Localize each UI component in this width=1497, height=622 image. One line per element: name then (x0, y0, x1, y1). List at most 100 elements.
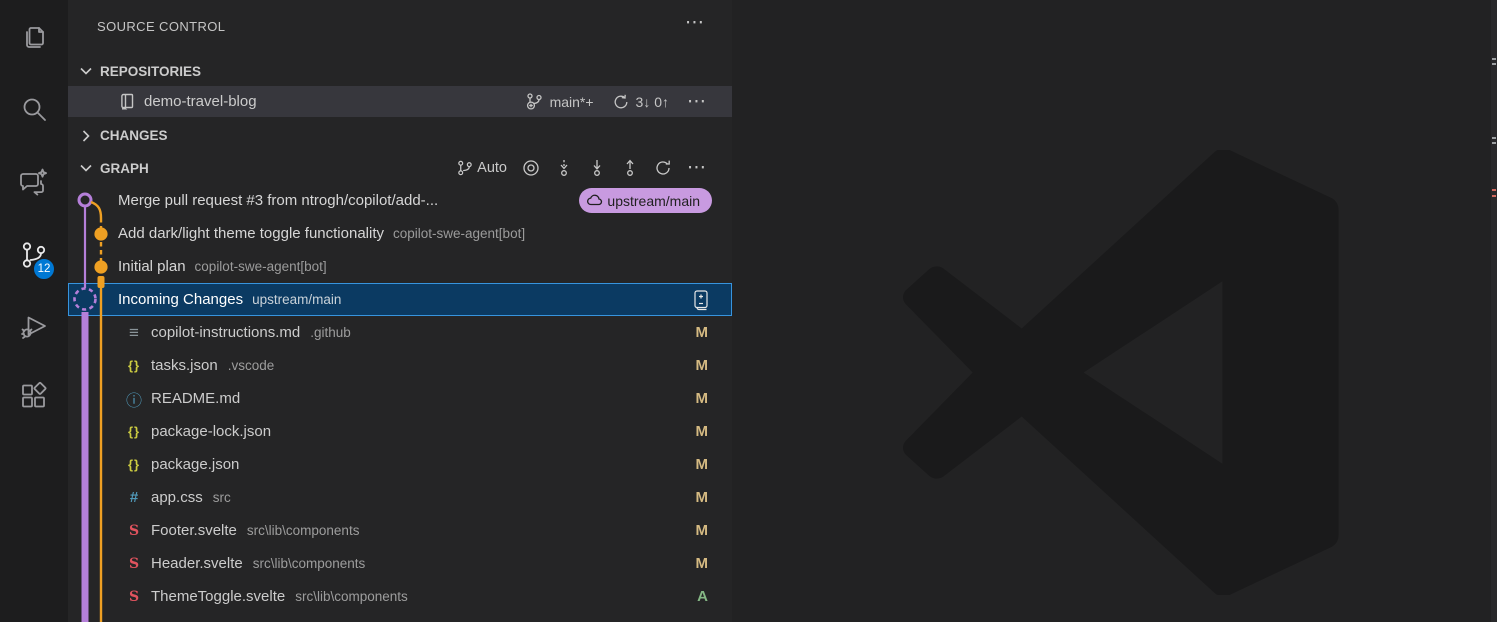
markdown-file-icon: ≡ (125, 323, 143, 343)
incoming-changes-row[interactable]: Incoming Changes upstream/main (68, 283, 732, 316)
file-path: .github (310, 325, 351, 340)
cloud-icon (586, 192, 603, 209)
repo-more-icon[interactable]: ⋯ (687, 97, 706, 107)
file-row[interactable]: # app.css src M (68, 481, 732, 514)
file-row[interactable]: ≡ copilot-instructions.md .github M (68, 316, 732, 349)
file-status-badge: M (696, 324, 709, 341)
section-repositories[interactable]: REPOSITORIES (68, 58, 732, 84)
graph-toolbar: Auto (456, 159, 706, 177)
file-name: Footer.svelte (151, 522, 237, 539)
file-path: .vscode (228, 358, 275, 373)
sync-icon[interactable] (612, 93, 630, 111)
sync-counts[interactable]: 3↓ 0↑ (636, 94, 669, 110)
commit-ref: upstream/main (252, 292, 341, 307)
chevron-down-icon (78, 160, 94, 176)
file-row[interactable]: S ThemeToggle.svelte src\lib\components … (68, 580, 732, 613)
repo-actions: main*+ 3↓ 0↑ ⋯ (525, 92, 706, 111)
json-file-icon: {} (125, 457, 143, 472)
svelte-file-icon: S (125, 589, 143, 605)
target-commit-icon[interactable] (522, 159, 540, 177)
activity-search[interactable] (0, 84, 68, 136)
source-control-badge: 12 (33, 258, 55, 280)
section-graph[interactable]: GRAPH Auto (68, 152, 732, 184)
refresh-icon[interactable] (654, 159, 672, 177)
branch-icon (456, 159, 474, 177)
file-name: copilot-instructions.md (151, 324, 300, 341)
push-icon[interactable] (621, 159, 639, 177)
file-name: package-lock.json (151, 423, 271, 440)
css-file-icon: # (125, 489, 143, 506)
graph-auto-toggle[interactable]: Auto (456, 159, 507, 177)
file-name: package.json (151, 456, 239, 473)
json-file-icon: {} (125, 358, 143, 373)
files-icon (19, 23, 49, 53)
file-name: README.md (151, 390, 240, 407)
file-path: src\lib\components (295, 589, 408, 604)
extensions-icon (19, 381, 49, 411)
section-label: CHANGES (100, 128, 168, 143)
chat-copilot-icon (18, 166, 50, 198)
commit-author: copilot-swe-agent[bot] (393, 226, 525, 241)
svelte-file-icon: S (125, 556, 143, 572)
file-row[interactable]: S Footer.svelte src\lib\components M (68, 514, 732, 547)
file-name: ThemeToggle.svelte (151, 588, 285, 605)
sidebar-title: SOURCE CONTROL (97, 19, 225, 34)
pull-icon[interactable] (588, 159, 606, 177)
commit-message: Add dark/light theme toggle functionalit… (118, 225, 384, 242)
file-list: ≡ copilot-instructions.md .github M {} t… (68, 316, 732, 613)
file-row[interactable]: {} package-lock.json M (68, 415, 732, 448)
repo-name: demo-travel-blog (144, 93, 257, 110)
file-status-badge: M (696, 390, 709, 407)
file-status-badge: M (696, 555, 709, 572)
file-status-badge: M (696, 456, 709, 473)
chevron-right-icon (78, 128, 94, 144)
section-changes[interactable]: CHANGES (68, 120, 732, 151)
file-name: tasks.json (151, 357, 218, 374)
file-row[interactable]: ⓘ README.md M (68, 382, 732, 415)
commit-message: Incoming Changes (118, 291, 243, 308)
graph-more-icon[interactable]: ⋯ (687, 163, 706, 173)
view-changes-icon[interactable] (690, 289, 712, 311)
activity-source-control[interactable]: 12 (0, 229, 68, 281)
search-icon (19, 95, 49, 125)
repo-row[interactable]: demo-travel-blog main*+ 3↓ 0↑ ⋯ (68, 86, 732, 117)
file-status-badge: M (696, 357, 709, 374)
file-path: src\lib\components (247, 523, 360, 538)
commit-author: copilot-swe-agent[bot] (195, 259, 327, 274)
chevron-down-icon (78, 63, 94, 79)
file-status-badge: M (696, 489, 709, 506)
source-control-sidebar: SOURCE CONTROL ⋯ REPOSITORIES demo-trave… (68, 0, 732, 622)
commit-row[interactable]: Add dark/light theme toggle functionalit… (68, 217, 732, 250)
file-row[interactable]: {} tasks.json .vscode M (68, 349, 732, 382)
branch-create-icon[interactable] (525, 92, 544, 111)
file-name: app.css (151, 489, 203, 506)
sidebar-titlebar: SOURCE CONTROL ⋯ (68, 0, 732, 52)
file-path: src\lib\components (253, 556, 366, 571)
editor-area (732, 0, 1497, 622)
auto-label: Auto (477, 160, 507, 176)
vscode-logo-watermark (902, 150, 1347, 595)
activity-chat[interactable] (0, 156, 68, 208)
activity-run-debug[interactable] (0, 301, 68, 353)
ref-badge-upstream-main[interactable]: upstream/main (579, 188, 712, 213)
vscode-window: 12 SOURCE CONTROL ⋯ (0, 0, 1497, 622)
editor-scrollbar[interactable] (1491, 0, 1497, 622)
commit-row[interactable]: Initial plan copilot-swe-agent[bot] (68, 250, 732, 283)
file-row[interactable]: S Header.svelte src\lib\components M (68, 547, 732, 580)
commit-row-merge[interactable]: Merge pull request #3 from ntrogh/copilo… (68, 184, 732, 217)
activity-bar: 12 (0, 0, 68, 622)
fetch-icon[interactable] (555, 159, 573, 177)
more-actions-icon[interactable]: ⋯ (685, 18, 704, 28)
file-row[interactable]: {} package.json M (68, 448, 732, 481)
repo-icon (118, 92, 137, 111)
activity-explorer[interactable] (0, 12, 68, 64)
activity-extensions[interactable] (0, 370, 68, 422)
branch-name[interactable]: main*+ (550, 94, 594, 110)
info-file-icon: ⓘ (125, 387, 143, 411)
file-name: Header.svelte (151, 555, 243, 572)
json-file-icon: {} (125, 424, 143, 439)
graph-rows: Merge pull request #3 from ntrogh/copilo… (68, 184, 732, 613)
section-label: REPOSITORIES (100, 64, 201, 79)
file-status-badge: M (696, 522, 709, 539)
file-status-badge: A (697, 588, 708, 605)
